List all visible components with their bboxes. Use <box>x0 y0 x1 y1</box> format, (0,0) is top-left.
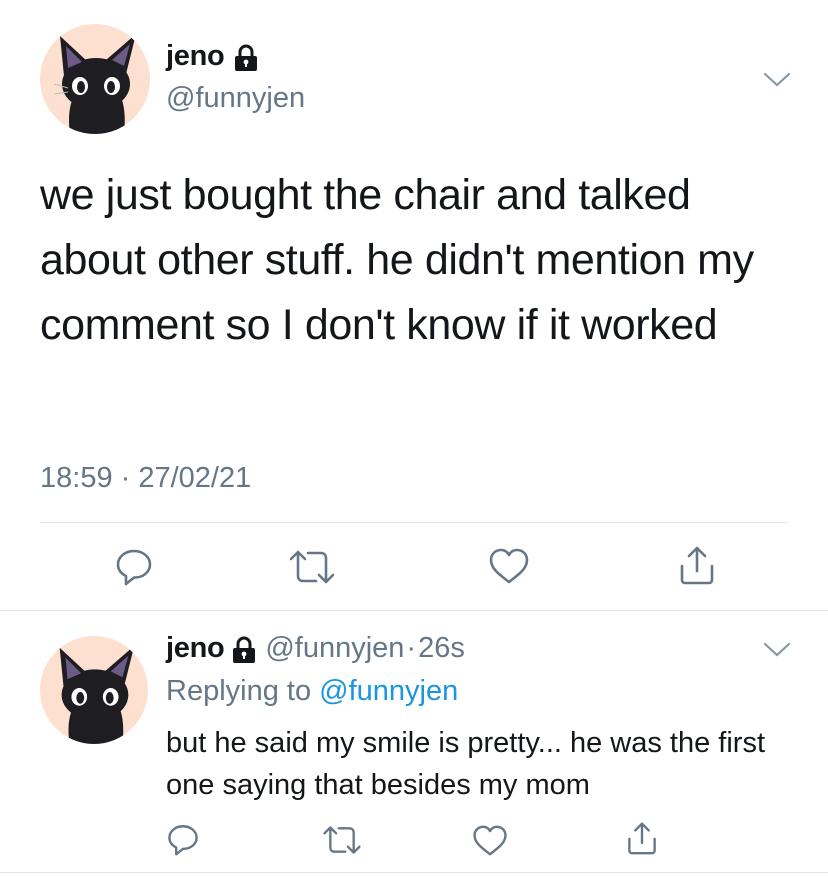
tweet-author[interactable]: jeno <box>166 40 259 77</box>
tweet-timestamp[interactable]: 18:59 · 27/02/21 <box>40 462 251 495</box>
tweet-text: we just bought the chair and talked abou… <box>40 171 754 349</box>
like-button[interactable] <box>488 547 530 585</box>
retweet-button[interactable] <box>288 548 336 586</box>
lock-icon <box>233 44 259 77</box>
tweet-age[interactable]: 26s <box>418 632 465 664</box>
avatar[interactable] <box>40 636 148 744</box>
share-icon <box>680 546 714 585</box>
lock-icon <box>231 636 257 669</box>
heart-icon <box>489 548 529 584</box>
handle[interactable]: @funnyjen <box>166 82 305 115</box>
avatar[interactable] <box>40 24 150 134</box>
black-cat-avatar-image <box>59 645 135 744</box>
reply-button[interactable] <box>114 546 154 586</box>
retweet-icon <box>289 550 335 584</box>
reply-icon <box>168 825 198 856</box>
separator: · <box>406 632 417 664</box>
reply-icon <box>116 549 152 586</box>
share-icon <box>628 822 656 855</box>
divider <box>40 522 788 523</box>
reply-button[interactable] <box>166 822 200 856</box>
replying-to-handle-link[interactable]: @funnyjen <box>319 675 458 707</box>
handle[interactable]: @funnyjen <box>265 632 404 664</box>
share-button[interactable] <box>626 820 658 856</box>
chevron-down-icon[interactable] <box>762 640 792 665</box>
reply-author[interactable]: jeno @funnyjen·26s <box>166 632 465 669</box>
replying-to: Replying to @funnyjen <box>166 675 458 708</box>
replying-to-label: Replying to <box>166 675 312 707</box>
black-cat-avatar-image <box>53 34 136 134</box>
share-button[interactable] <box>678 544 716 586</box>
chevron-down-icon[interactable] <box>762 70 792 95</box>
retweet-icon <box>323 826 361 854</box>
display-name[interactable]: jeno <box>166 40 225 72</box>
divider <box>0 610 828 611</box>
divider <box>0 872 828 873</box>
heart-icon <box>473 825 507 856</box>
reply-text: but he said my smile is pretty... he was… <box>166 727 766 801</box>
retweet-button[interactable] <box>322 824 362 856</box>
display-name[interactable]: jeno <box>166 632 225 664</box>
like-button[interactable] <box>472 824 508 857</box>
